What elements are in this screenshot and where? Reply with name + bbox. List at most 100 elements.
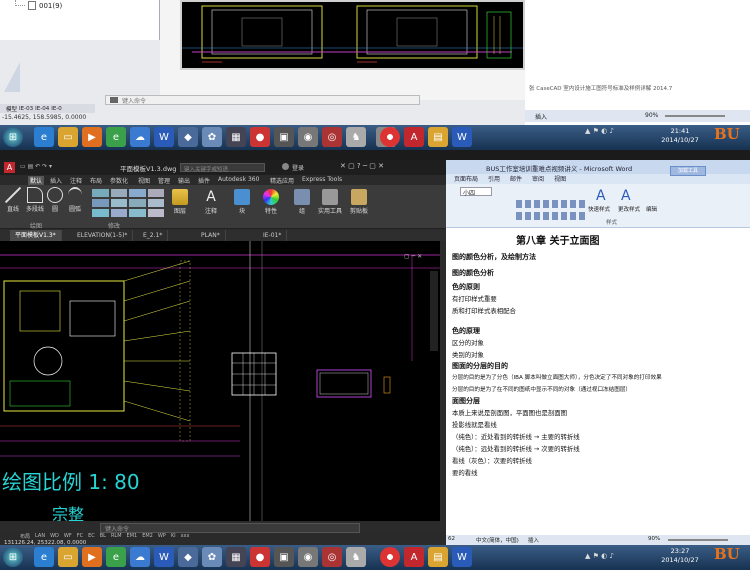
window-controls[interactable]: ✕ ▢ ? ─ ▢ ✕ <box>340 162 384 170</box>
acad-search-input[interactable]: 键入关键字或短语 <box>180 163 265 173</box>
erase-icon[interactable] <box>147 189 164 197</box>
font-size-select[interactable]: 小四 <box>460 187 492 197</box>
app4-icon[interactable]: ● <box>250 547 270 567</box>
layout-tab[interactable]: EM1 <box>127 533 138 540</box>
modify-tools[interactable] <box>92 189 164 217</box>
word-quick-button[interactable]: 加载工具 <box>670 166 706 176</box>
rotate-icon[interactable] <box>110 189 127 197</box>
utilities-button[interactable]: 实用工具 <box>318 189 342 215</box>
layout-tab-ie03[interactable]: IE-03 <box>19 106 33 112</box>
media-icon[interactable]: ▶ <box>82 127 102 147</box>
tab-insert[interactable]: 插入 <box>50 176 62 185</box>
arc-button[interactable]: 圆弧 <box>68 187 82 213</box>
trim-icon[interactable] <box>129 189 146 197</box>
tab-view[interactable]: 视图 <box>554 174 566 184</box>
layout-tab[interactable]: LAN <box>35 533 45 540</box>
layout-tab-ie0[interactable]: IE-0 <box>51 106 62 112</box>
tab-annotate[interactable]: 注释 <box>70 176 82 185</box>
file-item[interactable]: 001(9) <box>28 1 62 10</box>
tab-plugins[interactable]: 插件 <box>198 176 210 185</box>
explorer-icon[interactable]: ▭ <box>58 547 78 567</box>
status-language[interactable]: 中文(简体，中国) <box>476 536 519 544</box>
group-button[interactable]: 组 <box>294 189 310 215</box>
start-button[interactable]: ⊞ <box>3 547 23 567</box>
tab-a360[interactable]: Autodesk 360 <box>218 176 259 183</box>
edit-label[interactable]: 编辑 <box>646 205 657 213</box>
layout-tab[interactable]: 布局 <box>20 533 30 540</box>
browser-icon[interactable]: e <box>106 127 126 147</box>
app8-icon[interactable]: ♞ <box>346 127 366 147</box>
app4-icon[interactable]: ● <box>250 127 270 147</box>
acad-command-line[interactable]: 键入命令 <box>100 523 360 533</box>
copy-icon[interactable] <box>92 199 109 207</box>
word2-icon[interactable]: W <box>452 127 472 147</box>
tab-review[interactable]: 审阅 <box>532 174 544 184</box>
viewcube-icon[interactable]: ▢ ─ ✕ <box>404 253 428 261</box>
tab-express-tools[interactable]: Express Tools <box>302 176 342 183</box>
fillet-icon[interactable] <box>129 199 146 207</box>
app2-icon[interactable]: ✿ <box>202 127 222 147</box>
ie-icon[interactable]: e <box>34 547 54 567</box>
app7-icon[interactable]: ◎ <box>322 127 342 147</box>
layout-tab[interactable]: WP <box>158 533 166 540</box>
layout-tab[interactable]: RLM <box>111 533 122 540</box>
layout-tab[interactable]: WF <box>64 533 72 540</box>
top-command-line[interactable]: 键入命令 <box>105 95 420 105</box>
layout-tab[interactable]: EC <box>88 533 95 540</box>
change-style-icon[interactable]: A <box>621 188 637 204</box>
circle-button[interactable]: 圆 <box>47 187 63 213</box>
doc-tab-ie01[interactable]: IE-01* <box>258 230 288 241</box>
tab-output[interactable]: 输出 <box>178 176 190 185</box>
user-icon[interactable] <box>282 163 289 170</box>
layout-tab-ie04[interactable]: IE-04 <box>35 106 49 112</box>
word2-icon[interactable]: W <box>452 547 472 567</box>
polyline-button[interactable]: 多段线 <box>26 187 44 213</box>
doc-tab-elevation[interactable]: ELEVATION(1-5)* <box>72 230 134 241</box>
sign-in-link[interactable]: 登录 <box>292 163 304 172</box>
zoom-slider[interactable] <box>665 115 725 117</box>
browser-icon[interactable]: e <box>106 547 126 567</box>
doc-tab-plan-template[interactable]: 平面模板V1.3* <box>10 230 62 241</box>
mirror-icon[interactable] <box>110 199 127 207</box>
acad-logo-icon[interactable]: A <box>4 162 15 173</box>
ie-icon[interactable]: e <box>34 127 54 147</box>
nav-bar[interactable] <box>430 271 438 351</box>
chrome-icon[interactable] <box>380 127 400 147</box>
app-icon[interactable]: ◆ <box>178 127 198 147</box>
tab-default[interactable]: 默认 <box>28 176 45 185</box>
tab-featured-apps[interactable]: 精选应用 <box>270 176 294 185</box>
annotate-button[interactable]: A 注释 <box>203 189 219 215</box>
app5-icon[interactable]: ▣ <box>274 127 294 147</box>
offset-icon[interactable] <box>147 209 164 217</box>
chrome-icon[interactable] <box>380 547 400 567</box>
paragraph-icons[interactable] <box>516 200 586 208</box>
tab-view[interactable]: 视图 <box>138 176 150 185</box>
layout-tab[interactable]: BL <box>100 533 106 540</box>
tab-references[interactable]: 引用 <box>488 174 500 184</box>
tab-page-layout[interactable]: 页面布局 <box>454 174 478 184</box>
tab-mailings[interactable]: 邮件 <box>510 174 522 184</box>
folder-icon[interactable]: ▤ <box>428 547 448 567</box>
layout-tab[interactable]: WD <box>50 533 59 540</box>
layout-tab[interactable]: KI <box>171 533 176 540</box>
layout-tab[interactable]: FC <box>77 533 83 540</box>
doc-tab-plan[interactable]: PLAN* <box>196 230 226 241</box>
autocad-icon[interactable]: A <box>404 127 424 147</box>
doc-tab-e21[interactable]: E_2.1* <box>138 230 169 241</box>
autocad-icon[interactable]: A <box>404 547 424 567</box>
layer-button[interactable]: 图层 <box>172 189 188 215</box>
app2-icon[interactable]: ✿ <box>202 547 222 567</box>
word-icon[interactable]: W <box>154 127 174 147</box>
move-icon[interactable] <box>92 189 109 197</box>
status-insert[interactable]: 插入 <box>528 536 539 544</box>
quick-access-icons[interactable]: ▭ ▤ ↶ ↷ ▾ <box>20 163 52 170</box>
stretch-icon[interactable] <box>92 209 109 217</box>
paragraph-icons-2[interactable] <box>516 212 586 220</box>
top-drawing-viewport[interactable] <box>180 0 525 70</box>
app8-icon[interactable]: ♞ <box>346 547 366 567</box>
app3-icon[interactable]: ▦ <box>226 127 246 147</box>
layout-tab[interactable]: xxx <box>181 533 190 540</box>
media-icon[interactable]: ▶ <box>82 547 102 567</box>
properties-button[interactable]: 特性 <box>263 189 279 215</box>
clock[interactable]: 23:27 2014/10/27 <box>650 547 710 565</box>
